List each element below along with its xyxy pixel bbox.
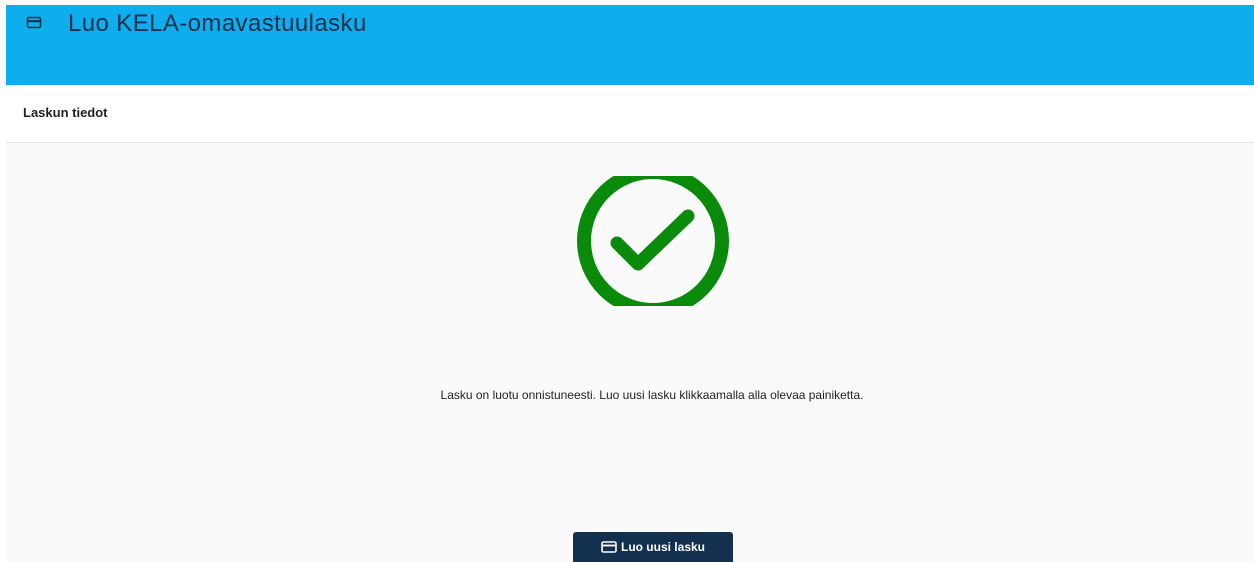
section-header: Laskun tiedot xyxy=(6,85,1254,143)
new-invoice-button[interactable]: Luo uusi lasku xyxy=(573,532,733,562)
credit-card-icon xyxy=(26,15,42,31)
page-title: Luo KELA-omavastuulasku xyxy=(68,10,367,37)
check-circle-icon xyxy=(574,165,734,317)
new-invoice-button-label: Luo uusi lasku xyxy=(620,540,705,554)
success-message: Lasku on luotu onnistuneesti. Luo uusi l… xyxy=(440,388,864,402)
app-header: Luo KELA-omavastuulasku xyxy=(6,5,1254,85)
section-title: Laskun tiedot xyxy=(23,105,108,120)
credit-card-icon xyxy=(601,541,617,553)
